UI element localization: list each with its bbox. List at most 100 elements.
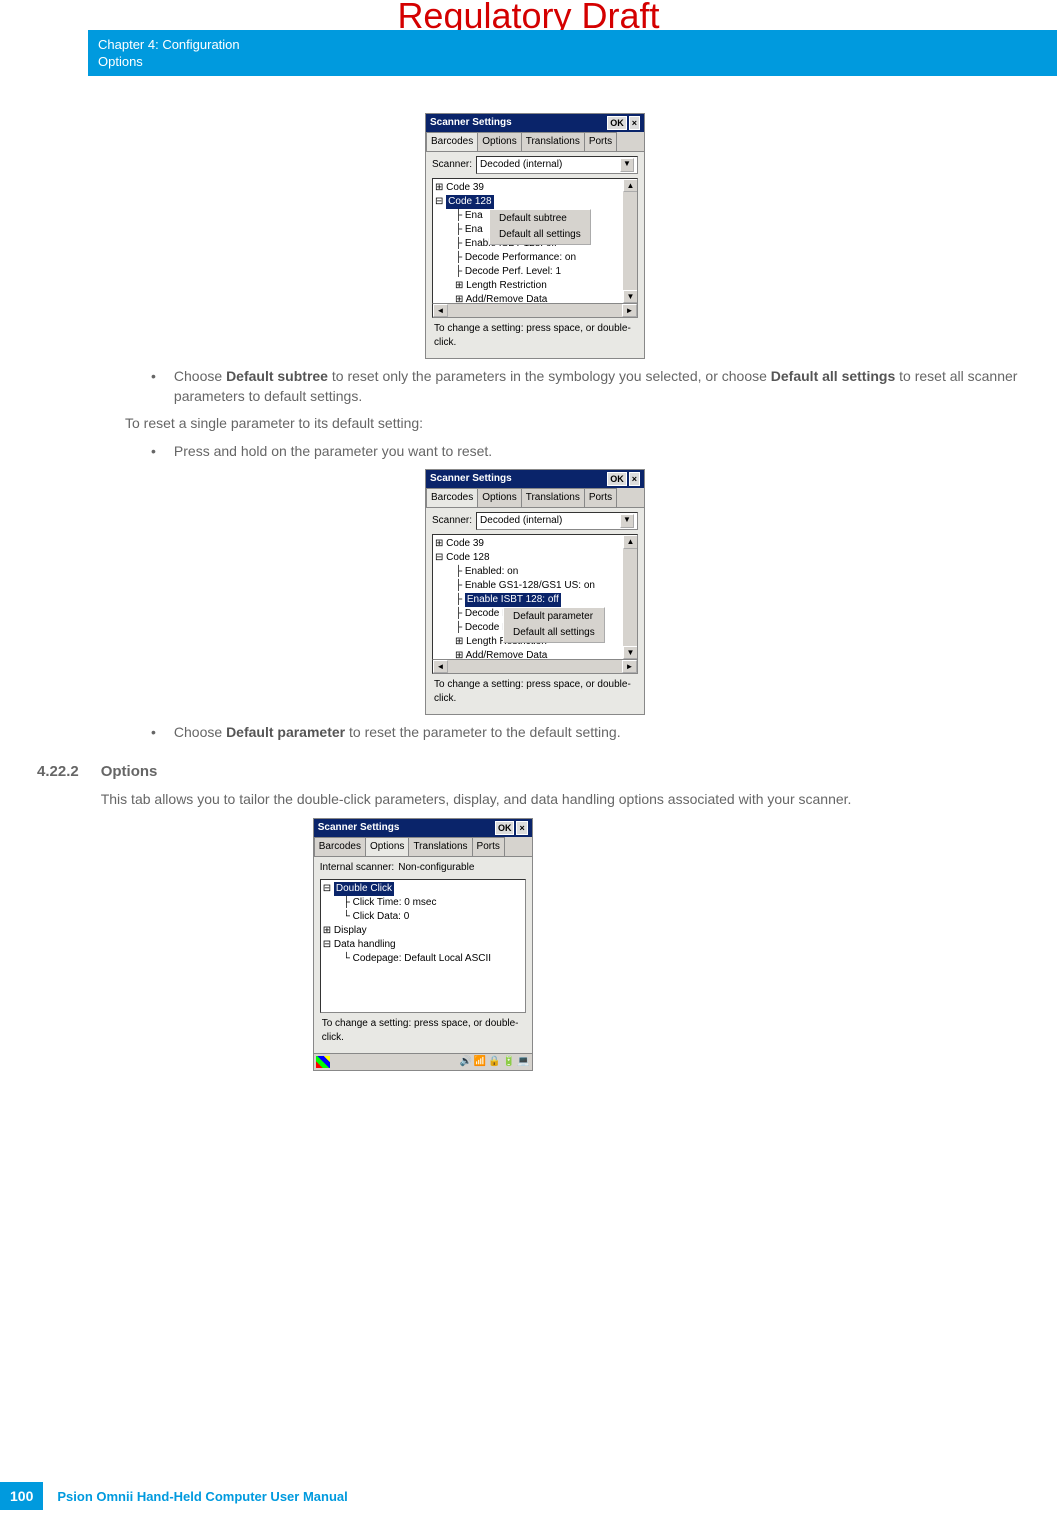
tree-item[interactable]: Add/Remove Data — [466, 650, 548, 660]
tree-item-selected[interactable]: Enable ISBT 128: off — [465, 593, 561, 607]
scroll-down-icon[interactable]: ▼ — [623, 646, 638, 659]
scroll-left-icon[interactable]: ◄ — [433, 660, 448, 673]
tab-ports[interactable]: Ports — [584, 132, 617, 151]
menu-default-parameter[interactable]: Default parameter — [505, 609, 603, 625]
hint-text: To change a setting: press space, or dou… — [432, 318, 638, 354]
tree-item-selected[interactable]: Code 128 — [446, 195, 493, 209]
tree-item[interactable]: Click Time: 0 msec — [353, 897, 437, 908]
scroll-down-icon[interactable]: ▼ — [623, 290, 638, 303]
scroll-up-icon[interactable]: ▲ — [623, 179, 638, 192]
window-title: Scanner Settings — [318, 821, 400, 835]
tab-ports[interactable]: Ports — [472, 837, 505, 856]
section-title: Options — [101, 761, 1037, 782]
tabstrip: Barcodes Options Translations Ports — [426, 132, 644, 152]
chapter-line1: Chapter 4: Configuration — [98, 37, 1047, 54]
scroll-up-icon[interactable]: ▲ — [623, 535, 638, 548]
systray: 🔊 📶 🔒 🔋 💻 — [459, 1055, 529, 1069]
window-title: Scanner Settings — [430, 116, 512, 130]
tree-item[interactable]: Length Restriction — [466, 280, 547, 291]
tab-options[interactable]: Options — [365, 837, 409, 856]
tree-item[interactable]: Decode Perf. Level: 1 — [465, 266, 561, 277]
context-menu: Default subtree Default all settings — [489, 209, 591, 245]
internal-scanner-value: Non-configurable — [398, 861, 474, 875]
close-button[interactable]: × — [629, 472, 640, 486]
tree-item[interactable]: Display — [334, 925, 367, 936]
body-text: Press and hold on the parameter you want… — [174, 442, 492, 462]
tray-icon[interactable]: 🔒 — [488, 1055, 500, 1069]
tab-barcodes[interactable]: Barcodes — [314, 837, 366, 856]
tab-barcodes[interactable]: Barcodes — [426, 488, 478, 507]
bullet-icon: • — [151, 723, 156, 743]
tab-translations[interactable]: Translations — [521, 488, 585, 507]
screenshot-3: Scanner Settings OK × Barcodes Options T… — [313, 818, 533, 1071]
page-number: 100 — [0, 1482, 43, 1510]
chevron-down-icon[interactable]: ▼ — [620, 514, 634, 528]
tree-item-selected[interactable]: Double Click — [334, 882, 394, 896]
ok-button[interactable]: OK — [495, 821, 515, 835]
chapter-header: Chapter 4: Configuration Options — [88, 30, 1057, 76]
tree-item[interactable]: Ena — [465, 210, 483, 221]
tabstrip: Barcodes Options Translations Ports — [314, 837, 532, 857]
tree-item[interactable]: Add/Remove Data — [466, 294, 548, 304]
tab-options[interactable]: Options — [477, 488, 521, 507]
scanner-value: Decoded (internal) — [480, 514, 562, 528]
screenshot-2: Scanner Settings OK × Barcodes Options T… — [425, 469, 645, 715]
tab-ports[interactable]: Ports — [584, 488, 617, 507]
scroll-right-icon[interactable]: ► — [622, 304, 637, 317]
close-button[interactable]: × — [516, 821, 527, 835]
menu-default-all[interactable]: Default all settings — [505, 625, 603, 641]
hint-text: To change a setting: press space, or dou… — [320, 1013, 526, 1049]
tab-translations[interactable]: Translations — [521, 132, 585, 151]
scanner-combo[interactable]: Decoded (internal) ▼ — [476, 156, 638, 174]
window-titlebar: Scanner Settings OK × — [426, 114, 644, 132]
context-menu: Default parameter Default all settings — [503, 607, 605, 643]
tree-item[interactable]: Enabled: on — [465, 566, 518, 577]
screenshot-1: Scanner Settings OK × Barcodes Options T… — [425, 113, 645, 359]
hscrollbar[interactable]: ◄► — [432, 303, 638, 318]
menu-default-all[interactable]: Default all settings — [491, 227, 589, 243]
scanner-label: Scanner: — [432, 158, 472, 172]
tree-item[interactable]: Code 39 — [446, 538, 484, 549]
menu-default-subtree[interactable]: Default subtree — [491, 211, 589, 227]
tree-view[interactable]: ⊟ Double Click ├ Click Time: 0 msec └ Cl… — [320, 879, 526, 1013]
tab-options[interactable]: Options — [477, 132, 521, 151]
window-titlebar: Scanner Settings OK × — [314, 819, 532, 837]
scroll-right-icon[interactable]: ► — [622, 660, 637, 673]
tree-view[interactable]: ▲▼ ⊞ Code 39 ⊟ Code 128 ├ Ena ├ Ena Defa… — [432, 178, 638, 304]
section-body: This tab allows you to tailor the double… — [101, 790, 1037, 810]
tree-item[interactable]: Data handling — [334, 939, 396, 950]
tree-item[interactable]: Codepage: Default Local ASCII — [353, 953, 491, 964]
tray-icon[interactable]: 🔋 — [503, 1055, 515, 1069]
tab-barcodes[interactable]: Barcodes — [426, 132, 478, 151]
taskbar: 🔊 📶 🔒 🔋 💻 — [314, 1053, 532, 1070]
scanner-label: Scanner: — [432, 514, 472, 528]
tree-item[interactable]: Decode Performance: on — [465, 252, 576, 263]
tree-item[interactable]: Ena — [465, 224, 483, 235]
page-footer: 100 Psion Omnii Hand-Held Computer User … — [0, 1482, 348, 1510]
tree-item[interactable]: Code 39 — [446, 182, 484, 193]
start-icon[interactable] — [316, 1056, 330, 1068]
tray-icon[interactable]: 🔊 — [459, 1055, 471, 1069]
ok-button[interactable]: OK — [607, 116, 627, 130]
tab-translations[interactable]: Translations — [408, 837, 472, 856]
hscrollbar[interactable]: ◄► — [432, 659, 638, 674]
scanner-combo[interactable]: Decoded (internal) ▼ — [476, 512, 638, 530]
close-button[interactable]: × — [629, 116, 640, 130]
tree-item[interactable]: Code 128 — [446, 552, 489, 563]
chevron-down-icon[interactable]: ▼ — [620, 158, 634, 172]
scroll-left-icon[interactable]: ◄ — [433, 304, 448, 317]
window-title: Scanner Settings — [430, 472, 512, 486]
tree-item[interactable]: Enable GS1-128/GS1 US: on — [465, 580, 595, 591]
chapter-line2: Options — [98, 54, 1047, 71]
body-text: To reset a single parameter to its defau… — [125, 414, 1037, 434]
tray-icon[interactable]: 📶 — [474, 1055, 486, 1069]
tray-icon[interactable]: 💻 — [517, 1055, 529, 1069]
tree-view[interactable]: ▲▼ ⊞ Code 39 ⊟ Code 128 ├ Enabled: on ├ … — [432, 534, 638, 660]
body-text: Choose Default subtree to reset only the… — [174, 367, 1037, 406]
bullet-icon: • — [151, 442, 156, 462]
ok-button[interactable]: OK — [607, 472, 627, 486]
internal-scanner-label: Internal scanner: — [320, 861, 395, 875]
hint-text: To change a setting: press space, or dou… — [432, 674, 638, 710]
tree-item[interactable]: Click Data: 0 — [353, 911, 410, 922]
section-number: 4.22.2 — [37, 761, 79, 1079]
